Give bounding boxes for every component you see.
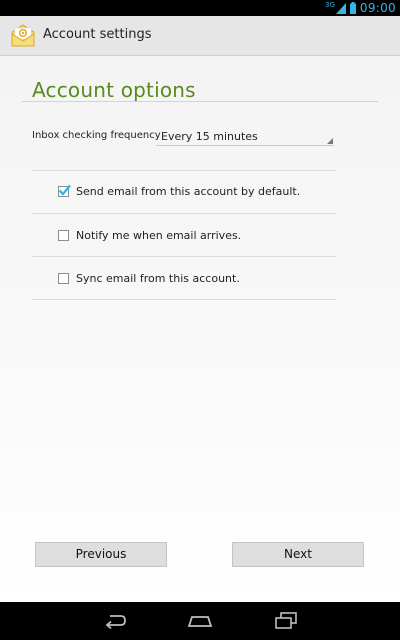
- status-bar: 3G 09:00: [0, 0, 400, 16]
- notify-checkbox[interactable]: [58, 229, 69, 241]
- options-divider: [32, 299, 336, 300]
- back-icon[interactable]: [103, 612, 127, 634]
- options-divider: [32, 170, 336, 171]
- email-app-icon[interactable]: [9, 23, 37, 53]
- battery-icon: [349, 0, 356, 18]
- notify-option[interactable]: Notify me when email arrives.: [58, 225, 336, 245]
- navigation-bar: [0, 602, 400, 640]
- sync-option[interactable]: Sync email from this account.: [58, 268, 336, 288]
- account-options-screen: Account options Inbox checking frequency…: [0, 56, 400, 602]
- action-bar-title: Account settings: [43, 27, 152, 42]
- next-button[interactable]: Next: [232, 542, 364, 567]
- sync-checkbox[interactable]: [58, 272, 69, 284]
- checkmark-icon: [58, 184, 71, 196]
- previous-button[interactable]: Previous: [35, 542, 167, 567]
- options-divider: [32, 213, 336, 214]
- section-title: Account options: [32, 78, 196, 102]
- signal-icon: [335, 0, 346, 18]
- frequency-dropdown[interactable]: Every 15 minutes: [156, 126, 334, 146]
- send-default-label: Send email from this account by default.: [76, 184, 301, 198]
- home-icon[interactable]: [187, 612, 213, 634]
- send-default-option[interactable]: Send email from this account by default.: [58, 181, 336, 201]
- section-divider: [22, 101, 378, 102]
- send-default-checkbox[interactable]: [58, 184, 71, 197]
- recent-apps-icon[interactable]: [274, 612, 298, 634]
- status-icons: 3G 09:00: [325, 0, 396, 16]
- clock: 09:00: [359, 1, 396, 15]
- frequency-value: Every 15 minutes: [161, 130, 258, 143]
- options-divider: [32, 256, 336, 257]
- frequency-label: Inbox checking frequency: [32, 130, 161, 141]
- network-type-label: 3G: [325, 0, 335, 9]
- notify-label: Notify me when email arrives.: [76, 228, 242, 242]
- dropdown-arrow-icon: [327, 138, 333, 144]
- sync-label: Sync email from this account.: [76, 271, 240, 285]
- action-bar: Account settings: [0, 16, 400, 56]
